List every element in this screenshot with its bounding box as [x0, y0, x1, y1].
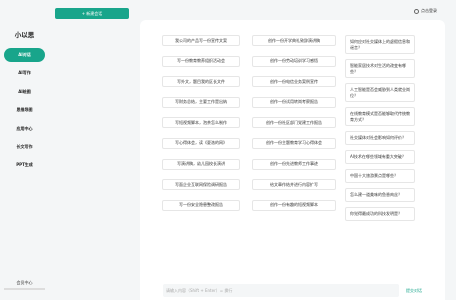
- suggestion-chip[interactable]: 给文章作结并进行内容扩写: [252, 179, 336, 191]
- suggestion-chip[interactable]: 创作一份有趣的短视频脚本: [252, 199, 336, 211]
- chat-input[interactable]: 请输入内容（Shift + Enter）= 换行: [163, 284, 399, 297]
- user-icon: [414, 8, 419, 14]
- suggestion-chip[interactable]: 创作一份劳动培训学习感悟: [252, 55, 336, 67]
- brand-title: 小以思: [14, 31, 35, 39]
- member-divider: [4, 288, 45, 290]
- suggestion-column-2: 创作一份开学典礼致辞演讲稿 创作一份劳动培训学习感悟 创作一份电信业务案例宣传 …: [252, 35, 336, 220]
- login-link[interactable]: 点击登录: [414, 8, 437, 14]
- sidebar: 小以思 AI对话 AI写作 AI绘图 思维导图 应用中心 长文写作 PPT生成 …: [0, 0, 49, 300]
- suggestion-chip[interactable]: 创作一份社区部门党建工作报告: [252, 117, 336, 129]
- suggestion-chip[interactable]: 在线教育模式是否能够取代传统教育方式？: [345, 107, 415, 126]
- suggestion-chip[interactable]: AI技术在哪些领域有重大突破？: [345, 150, 415, 164]
- suggestion-chip[interactable]: 创作一份先进教师工作事迹: [252, 158, 336, 170]
- suggestion-chip[interactable]: 写短视频脚本，泡茶怎么制作: [162, 117, 240, 129]
- suggestion-chip[interactable]: 社交媒体对社会影响如何评价？: [345, 131, 415, 145]
- suggestion-chip[interactable]: 创作一份试用转岗考察报告: [252, 96, 336, 108]
- suggestion-chip[interactable]: 智能家居技术对生活的改变有哪些？: [345, 59, 415, 78]
- sidebar-nav: AI对话 AI写作 AI绘图 思维导图 应用中心 长文写作 PPT生成: [4, 48, 45, 177]
- suggestion-chip[interactable]: 写一份教育教养组织活动会: [162, 55, 240, 67]
- suggestion-column-3: 如何应对社交媒体上的虚假信息和谣言？ 智能家居技术对生活的改变有哪些？ 人工智能…: [345, 35, 415, 226]
- suggestion-column-1: 我公司的产品写一份宣传文案 写一份教育教养组织活动会 写外文，题目我的区长文件 …: [162, 35, 240, 220]
- suggestion-chip[interactable]: 写演讲稿，幼儿园校长演讲: [162, 158, 240, 170]
- sidebar-item-ai-writing[interactable]: AI写作: [4, 66, 45, 80]
- suggestion-chip[interactable]: 怎么建一道美味的鱼香肉丝？: [345, 188, 415, 202]
- member-center-button[interactable]: 会员中心: [4, 278, 45, 288]
- sidebar-item-ai-drawing[interactable]: AI绘图: [4, 85, 45, 99]
- suggestion-chip[interactable]: 写一份安全隐患整改报告: [162, 199, 240, 211]
- sidebar-item-mindmap[interactable]: 思维导图: [4, 103, 45, 117]
- suggestion-chip[interactable]: 我公司的产品写一份宣传文案: [162, 35, 240, 46]
- sidebar-item-ai-chat[interactable]: AI对话: [4, 48, 45, 62]
- sidebar-item-app-center[interactable]: 应用中心: [4, 122, 45, 136]
- login-label: 点击登录: [421, 8, 437, 13]
- suggestion-chip[interactable]: 你觉得最成功的科技发明是？: [345, 207, 415, 221]
- suggestion-chip[interactable]: 写外文，题目我的区长文件: [162, 76, 240, 88]
- sidebar-item-long-writing[interactable]: 长文写作: [4, 140, 45, 154]
- suggestion-chip[interactable]: 中国十大旅游景点是哪些？: [345, 169, 415, 183]
- suggestion-chip[interactable]: 如何应对社交媒体上的虚假信息和谣言？: [345, 35, 415, 54]
- new-chat-button[interactable]: + 新建会话: [55, 8, 129, 19]
- suggestion-chip[interactable]: 创作一份开学典礼致辞演讲稿: [252, 35, 336, 46]
- suggestion-chip[interactable]: 写面企业互联网保险调研报告: [162, 179, 240, 191]
- suggestion-chip[interactable]: 创作一份主题教育学习心得体会: [252, 137, 336, 149]
- suggestion-chip[interactable]: 人工智能是否会威胁到人类就业岗位？: [345, 83, 415, 102]
- suggestion-chip[interactable]: 创作一份电信业务案例宣传: [252, 76, 336, 88]
- suggestion-chip[interactable]: 写心得体会，读《夏洛的网》: [162, 137, 240, 149]
- sidebar-item-ppt[interactable]: PPT生成: [4, 158, 45, 172]
- send-button[interactable]: 提交对话: [406, 284, 422, 297]
- suggestion-chip[interactable]: 写财务总结，主要工作是出纳: [162, 96, 240, 108]
